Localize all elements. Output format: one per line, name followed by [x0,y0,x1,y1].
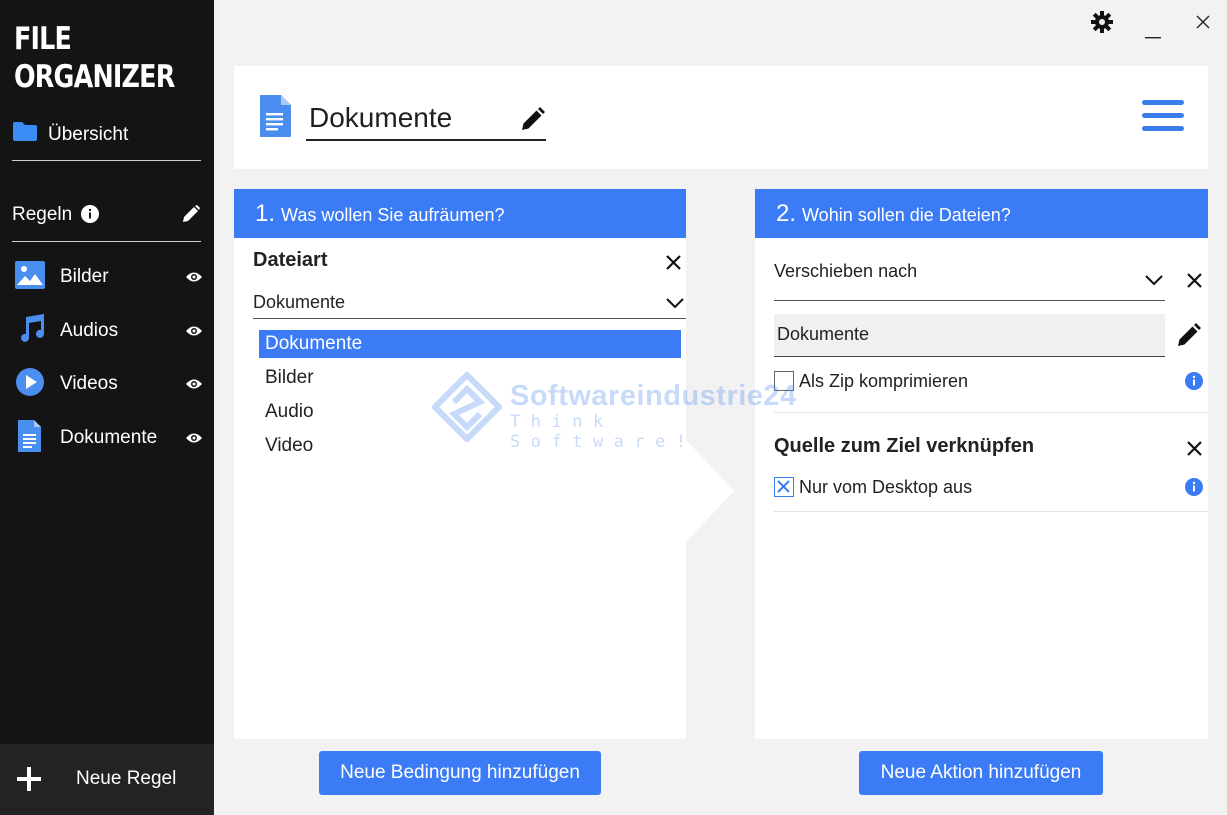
rules-header: Regeln [12,198,201,242]
sidebar-item-label: Übersicht [48,124,129,145]
option-audio[interactable]: Audio [259,398,681,432]
gear-icon[interactable] [1091,11,1113,38]
eye-icon[interactable] [186,431,202,449]
action-select[interactable]: Verschieben nach [774,255,1165,301]
play-icon [14,366,46,403]
chevron-up-icon [666,296,684,314]
info-icon[interactable] [81,205,100,228]
sidebar-item-bilder[interactable]: Bilder [14,259,202,295]
edit-rules-pencil-icon[interactable] [181,204,201,229]
flow-arrow [686,440,734,542]
document-icon [14,419,46,458]
actions-panel: 2. Wohin sollen die Dateien? Verschieben… [755,189,1208,739]
conditions-panel-header: 1. Was wollen Sie aufräumen? [234,189,686,238]
menu-hamburger-icon[interactable] [1142,100,1184,132]
new-rule-label: Neue Regel [76,768,177,789]
step-number: 1. [255,199,276,227]
sidebar-item-label: Dokumente [60,427,158,448]
eye-icon[interactable] [186,377,202,395]
target-folder-field[interactable]: Dokumente [774,314,1165,357]
edit-folder-pencil-icon[interactable] [1176,322,1202,353]
plus-icon [16,766,42,797]
file-type-select[interactable]: Dokumente [253,287,686,319]
add-action-button[interactable]: Neue Aktion hinzufügen [859,751,1103,795]
rule-header-card: Dokumente [234,66,1208,169]
app-logo: FILE ORGANIZER [14,21,175,95]
desktop-label: Nur vom Desktop aus [799,477,973,497]
rules-label: Regeln [12,204,73,225]
rule-name-field[interactable]: Dokumente [306,100,546,141]
zip-checkbox[interactable] [774,371,794,391]
option-video[interactable]: Video [259,432,681,466]
condition-label: Dateiart [253,249,328,271]
divider [774,412,1208,413]
select-value: Dokumente [253,292,346,312]
chevron-down-icon [1145,273,1163,291]
eye-icon[interactable] [186,270,202,288]
panel-title: Wohin sollen die Dateien? [802,204,1011,225]
close-window-icon[interactable] [1196,15,1210,34]
sidebar-item-overview[interactable]: Übersicht [12,120,201,161]
target-folder-value: Dokumente [777,324,870,344]
step-number: 2. [776,199,797,227]
sidebar-item-label: Videos [60,373,118,394]
divider [774,511,1208,512]
panel-title: Was wollen Sie aufräumen? [281,204,505,225]
link-section-title: Quelle zum Ziel verknüpfen [774,435,1035,457]
option-dokumente[interactable]: Dokumente [259,330,681,358]
eye-icon[interactable] [186,324,202,342]
desktop-checkbox[interactable] [774,477,794,497]
sidebar-item-label: Audios [60,320,119,341]
music-icon [14,313,46,350]
sidebar-item-dokumente[interactable]: Dokumente [14,419,202,458]
option-bilder[interactable]: Bilder [259,364,681,398]
zip-label: Als Zip komprimieren [799,371,969,391]
remove-action-close-icon[interactable] [1187,273,1202,293]
info-icon[interactable] [1185,372,1203,395]
info-icon[interactable] [1185,478,1203,501]
sidebar-item-audios[interactable]: Audios [14,313,202,349]
sidebar-item-label: Bilder [60,266,109,287]
remove-link-close-icon[interactable] [1187,441,1202,461]
sidebar: FILE ORGANIZER Übersicht Regeln Bilder A… [0,0,214,815]
add-condition-button[interactable]: Neue Bedingung hinzufügen [319,751,601,795]
select-value: Verschieben nach [774,261,918,281]
conditions-panel: 1. Was wollen Sie aufräumen? Dateiart Do… [234,189,686,739]
minimize-icon[interactable] [1145,26,1161,44]
sidebar-item-videos[interactable]: Videos [14,366,202,402]
actions-panel-header: 2. Wohin sollen die Dateien? [755,189,1208,238]
remove-condition-close-icon[interactable] [666,255,681,275]
file-type-options: Dokumente Bilder Audio Video [259,330,681,466]
edit-name-pencil-icon[interactable] [520,106,546,137]
document-icon [258,94,292,143]
new-rule-button[interactable]: Neue Regel [0,744,214,815]
image-icon [14,260,46,295]
folder-icon [12,120,38,147]
rule-name: Dokumente [309,102,453,133]
